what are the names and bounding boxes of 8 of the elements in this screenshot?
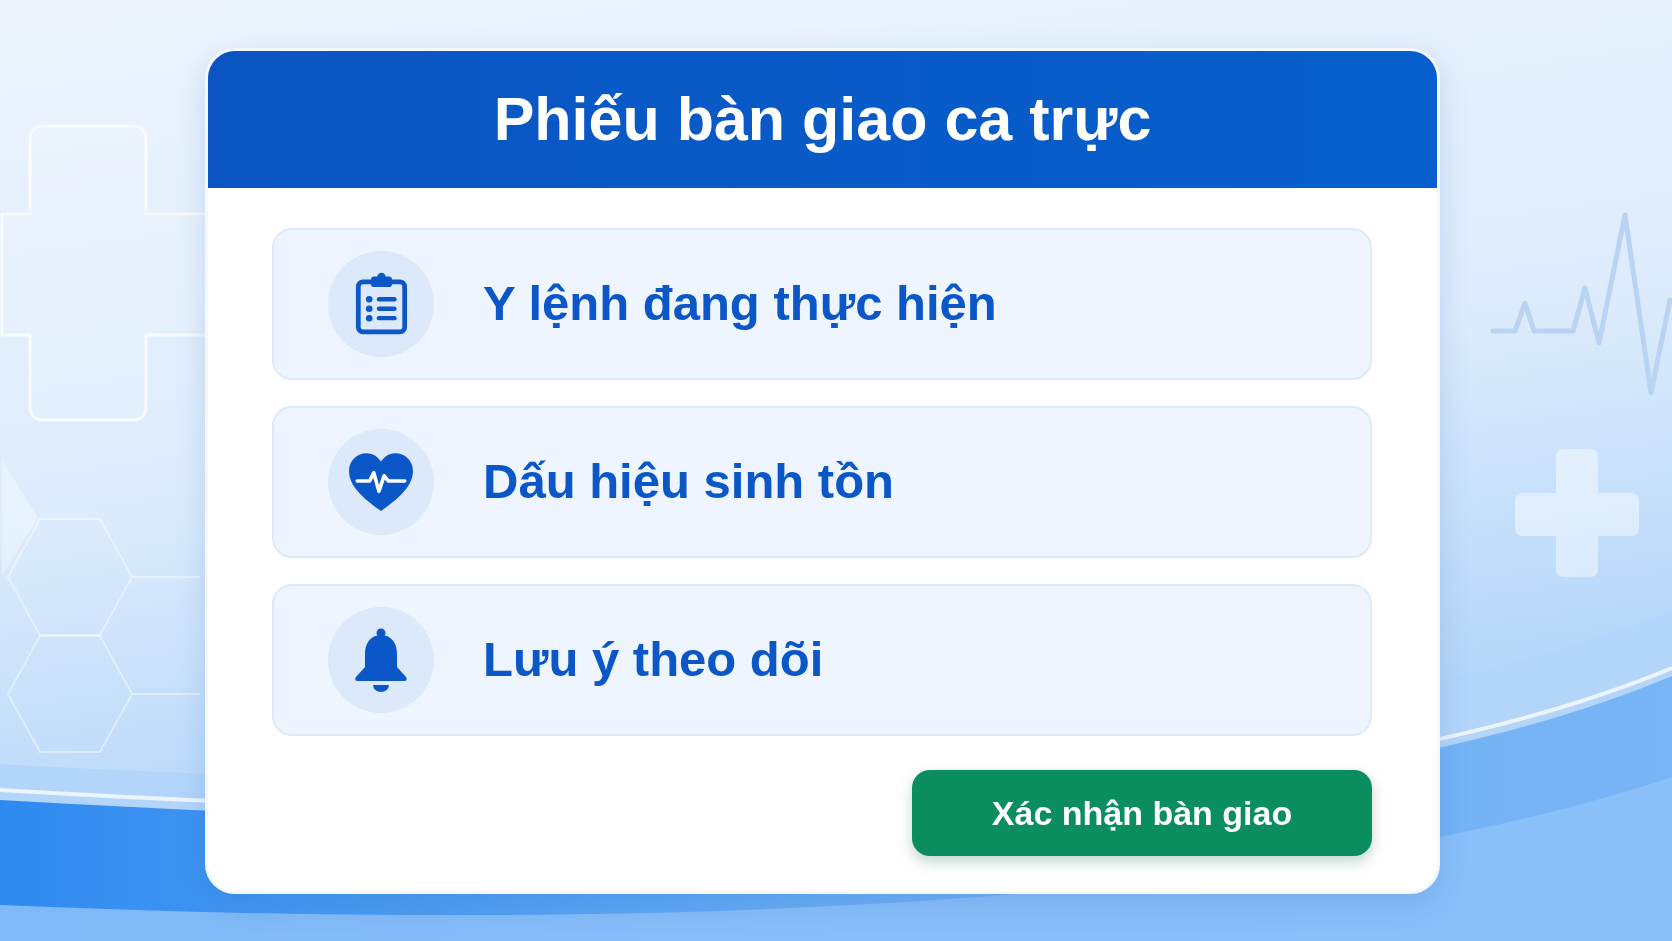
- section-title: Lưu ý theo dõi: [483, 631, 824, 689]
- section-title: Y lệnh đang thực hiện: [483, 275, 997, 333]
- bell-icon: [353, 628, 409, 692]
- heart-pulse-icon: [348, 452, 414, 512]
- confirm-button[interactable]: Xác nhận bàn giao: [912, 770, 1372, 856]
- form-title: Phiếu bàn giao ca trực: [493, 85, 1152, 154]
- clipboard-list-icon: [354, 271, 408, 337]
- section-title: Dấu hiệu sinh tồn: [483, 453, 895, 511]
